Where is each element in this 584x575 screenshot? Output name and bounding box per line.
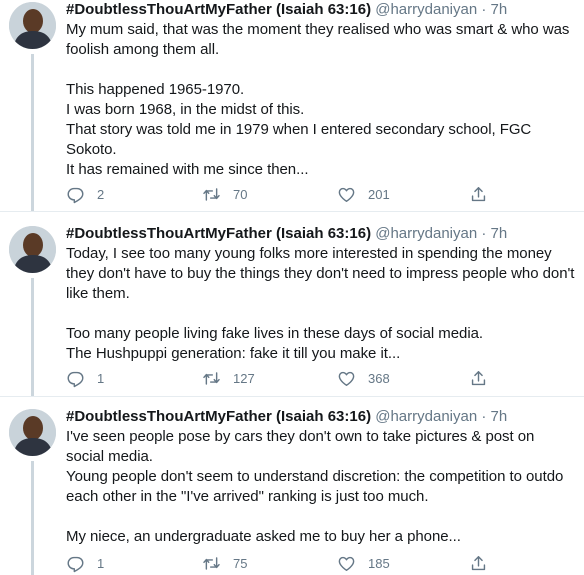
reply-icon — [67, 187, 84, 203]
tweet-text: Today, I see too many young folks more i… — [66, 245, 575, 362]
thread-line — [31, 461, 34, 575]
retweet-button[interactable]: 70 — [202, 183, 247, 205]
tweet-header: #DoubtlessThouArtMyFather (Isaiah 63:16)… — [66, 407, 507, 427]
author-name[interactable]: #DoubtlessThouArtMyFather (Isaiah 63:16) — [66, 408, 371, 425]
tweet[interactable]: #DoubtlessThouArtMyFather (Isaiah 63:16)… — [0, 0, 584, 211]
reply-button[interactable]: 2 — [66, 183, 104, 205]
share-button[interactable] — [469, 367, 488, 389]
reply-count: 2 — [97, 186, 105, 202]
like-icon — [338, 371, 355, 386]
like-button[interactable]: 185 — [337, 552, 390, 574]
tweet-actions: 2 70 201 — [66, 183, 566, 205]
tweet-time[interactable]: 7h — [491, 225, 508, 242]
tweet-text: My mum said, that was the moment they re… — [66, 21, 570, 178]
avatar[interactable] — [9, 2, 56, 49]
share-button[interactable] — [469, 552, 488, 574]
thread-line — [31, 54, 34, 211]
author-handle[interactable]: @harrydaniyan — [375, 1, 477, 18]
retweet-count: 75 — [233, 555, 248, 571]
reply-button[interactable]: 1 — [66, 552, 104, 574]
avatar-image — [9, 226, 56, 273]
separator-dot: · — [481, 225, 487, 242]
tweet-actions: 1 127 368 — [66, 367, 566, 389]
like-icon — [338, 556, 355, 571]
retweet-icon — [203, 371, 220, 385]
tweet[interactable]: #DoubtlessThouArtMyFather (Isaiah 63:16)… — [0, 407, 584, 575]
retweet-count: 127 — [233, 370, 255, 386]
share-icon — [471, 370, 486, 385]
avatar-image — [9, 409, 56, 456]
tweet-divider — [0, 211, 584, 212]
retweet-button[interactable]: 75 — [202, 552, 247, 574]
reply-count: 1 — [97, 370, 105, 386]
like-icon — [338, 187, 355, 202]
author-name[interactable]: #DoubtlessThouArtMyFather (Isaiah 63:16) — [66, 1, 371, 18]
tweet-header: #DoubtlessThouArtMyFather (Isaiah 63:16)… — [66, 224, 507, 244]
tweet-actions: 1 75 185 — [66, 552, 566, 574]
tweet-time[interactable]: 7h — [491, 408, 508, 425]
avatar[interactable] — [9, 226, 56, 273]
author-handle[interactable]: @harrydaniyan — [375, 225, 477, 242]
avatar-image — [9, 2, 56, 49]
share-button[interactable] — [469, 183, 488, 205]
author-handle[interactable]: @harrydaniyan — [375, 408, 477, 425]
reply-icon — [67, 371, 84, 387]
share-icon — [471, 186, 486, 201]
tweet-text: I've seen people pose by cars they don't… — [66, 428, 564, 545]
like-count: 368 — [368, 370, 390, 386]
like-button[interactable]: 368 — [337, 367, 390, 389]
like-count: 201 — [368, 186, 390, 202]
thread-line — [31, 278, 34, 396]
reply-count: 1 — [97, 555, 105, 571]
like-button[interactable]: 201 — [337, 183, 390, 205]
retweet-button[interactable]: 127 — [202, 367, 255, 389]
author-name[interactable]: #DoubtlessThouArtMyFather (Isaiah 63:16) — [66, 225, 371, 242]
retweet-count: 70 — [233, 186, 248, 202]
separator-dot: · — [481, 1, 487, 18]
reply-icon — [67, 556, 84, 572]
avatar[interactable] — [9, 409, 56, 456]
retweet-icon — [203, 187, 220, 201]
reply-button[interactable]: 1 — [66, 367, 104, 389]
retweet-icon — [203, 556, 220, 570]
tweet-time[interactable]: 7h — [491, 1, 508, 18]
tweet-divider — [0, 396, 584, 397]
tweet[interactable]: #DoubtlessThouArtMyFather (Isaiah 63:16)… — [0, 224, 584, 396]
separator-dot: · — [481, 408, 487, 425]
like-count: 185 — [368, 555, 390, 571]
tweet-header: #DoubtlessThouArtMyFather (Isaiah 63:16)… — [66, 0, 507, 20]
share-icon — [471, 555, 486, 570]
